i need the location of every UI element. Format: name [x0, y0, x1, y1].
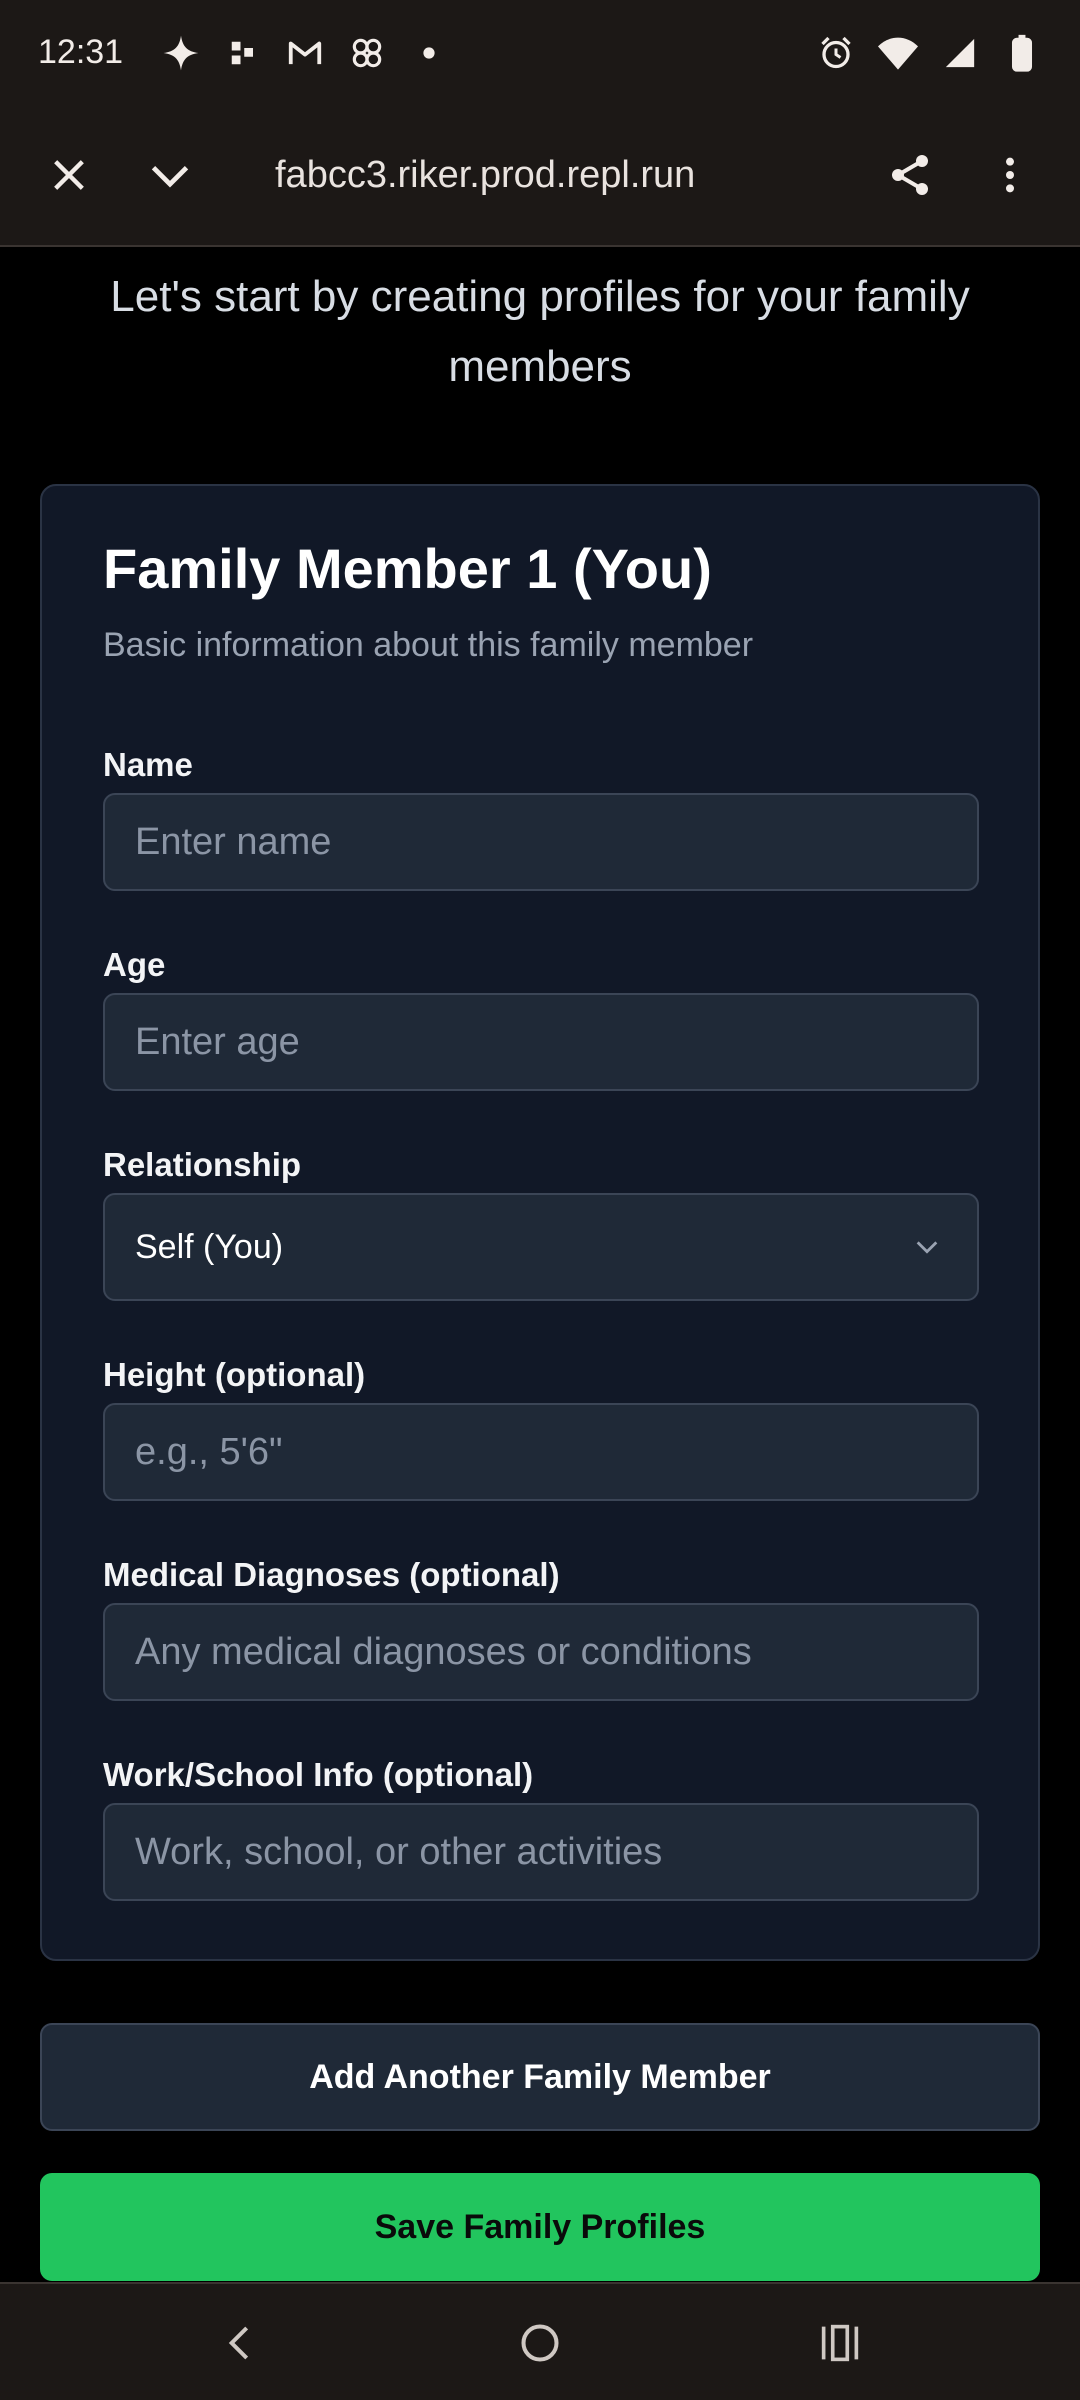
chevron-down-icon: [907, 1227, 947, 1267]
wifi-icon: [878, 33, 918, 73]
alarm-icon: [816, 33, 856, 73]
name-label: Name: [103, 746, 193, 783]
relationship-value: Self (You): [135, 1227, 284, 1266]
system-nav-bar: [0, 2282, 1080, 2400]
medical-input[interactable]: [103, 1603, 979, 1701]
pinwheel-icon: [347, 33, 387, 73]
card-title: Family Member 1 (You): [103, 537, 712, 600]
name-input[interactable]: [103, 793, 979, 891]
work-label: Work/School Info (optional): [103, 1756, 534, 1793]
signal-icon: [940, 33, 980, 73]
relationship-select[interactable]: Self (You): [103, 1193, 979, 1301]
battery-icon: [1002, 33, 1042, 73]
back-icon[interactable]: [205, 2308, 275, 2378]
more-vert-icon[interactable]: [975, 140, 1045, 210]
age-label: Age: [103, 946, 166, 983]
medical-label: Medical Diagnoses (optional): [103, 1556, 560, 1593]
work-input[interactable]: [103, 1803, 979, 1901]
status-time: 12:31: [38, 33, 124, 71]
notification-dot-icon: [409, 33, 449, 73]
gmail-icon: [285, 33, 325, 73]
share-icon[interactable]: [875, 140, 945, 210]
family-member-card: Family Member 1 (You) Basic information …: [40, 484, 1040, 1961]
age-input[interactable]: [103, 993, 979, 1091]
status-bar: 12:31: [0, 0, 1080, 105]
home-icon[interactable]: [505, 2308, 575, 2378]
height-label: Height (optional): [103, 1356, 366, 1393]
intro-text: Let's start by creating profiles for you…: [110, 272, 970, 391]
card-subtitle: Basic information about this family memb…: [103, 626, 754, 664]
save-profiles-button[interactable]: Save Family Profiles: [40, 2173, 1040, 2281]
status-icons-right: [816, 33, 1042, 73]
add-member-button[interactable]: Add Another Family Member: [40, 2023, 1040, 2131]
chevron-down-icon[interactable]: [135, 140, 205, 210]
close-icon[interactable]: [34, 140, 104, 210]
height-input[interactable]: [103, 1403, 979, 1501]
sparkle-icon: [161, 33, 201, 73]
relationship-label: Relationship: [103, 1146, 302, 1183]
url-bar[interactable]: fabcc3.riker.prod.repl.run: [275, 145, 775, 205]
browser-toolbar: fabcc3.riker.prod.repl.run: [0, 105, 1080, 247]
status-icons-left: [161, 33, 449, 73]
dots-app-icon: [223, 33, 263, 73]
recents-icon[interactable]: [805, 2308, 875, 2378]
